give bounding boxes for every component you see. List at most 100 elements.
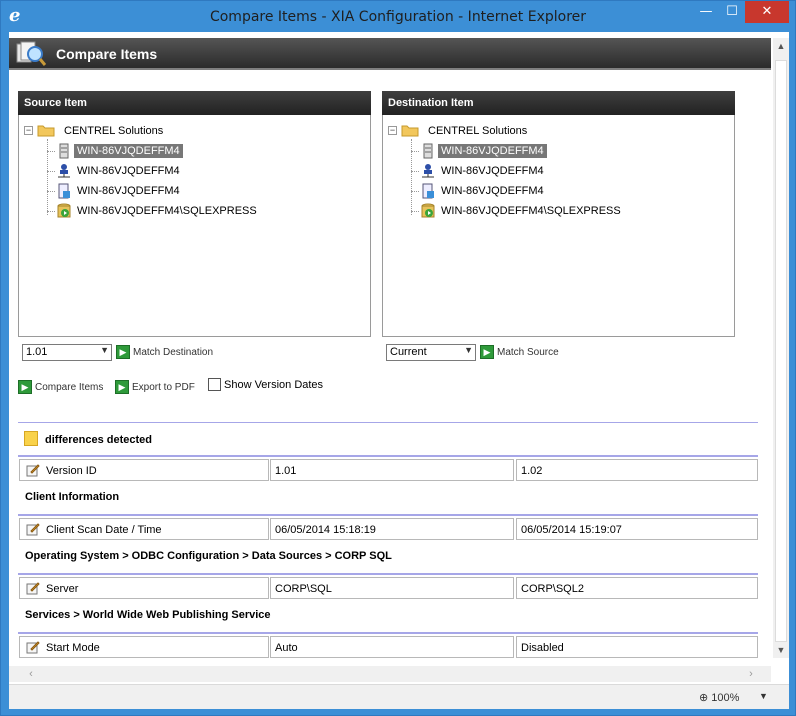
source-value-cell: Auto [270,636,514,658]
property-cell: Start Mode [19,636,269,658]
property-cell: Version ID [19,459,269,481]
scroll-thumb[interactable] [775,60,787,642]
property-edit-icon [26,464,40,477]
export-pdf-label: Export to PDF [132,381,195,393]
zoom-magnifier-icon: ⊕ [699,692,709,704]
source-version-value: 1.01 [26,346,48,358]
database-server-icon [59,143,69,159]
property-name: Server [46,583,79,595]
section-title: Client Information [25,491,120,503]
scroll-left-icon[interactable]: ‹ [23,666,39,682]
window-title: Compare Items - XIA Configuration - Inte… [209,9,587,25]
table-row: Version ID 1.01 1.02 [18,455,758,481]
tree-item-label: WIN-86VJQDEFFM4 [77,165,180,177]
destination-value-cell: 06/05/2014 15:19:07 [516,518,758,540]
section-heading: Client Information [18,481,758,512]
server-document-icon [58,183,70,199]
source-value-cell: CORP\SQL [270,577,514,599]
source-panel: Source Item − CENTREL Solutions WIN-86VJ… [18,91,371,337]
sql-instance-icon [421,203,435,218]
differences-heading: differences detected [18,423,758,453]
scroll-up-icon[interactable]: ▲ [773,38,789,54]
page-header: Compare Items [9,38,771,70]
property-name: Start Mode [46,642,100,654]
tree-item-label: WIN-86VJQDEFFM4 [77,185,180,197]
chevron-down-icon: ▼ [100,345,109,355]
collapse-icon[interactable]: − [24,126,33,135]
page-content: Compare Items ▲ ▼ Source Item − CENTREL … [9,32,789,709]
destination-panel-title: Destination Item [382,91,735,115]
match-destination-button[interactable]: ▶ Match Destination [116,345,213,359]
note-icon [24,431,38,446]
go-arrow-icon: ▶ [115,380,129,394]
destination-version-value: Current [390,346,427,358]
tree-item-label: WIN-86VJQDEFFM4 [438,144,547,158]
go-arrow-icon: ▶ [116,345,130,359]
tree-connector [411,151,419,152]
database-server-icon [423,143,433,159]
go-arrow-icon: ▶ [18,380,32,394]
tree-item-label: WIN-86VJQDEFFM4\SQLEXPRESS [441,205,621,217]
vertical-scrollbar[interactable]: ▲ ▼ [773,38,789,658]
section-title: Operating System > ODBC Configuration > … [25,550,392,562]
match-destination-label: Match Destination [133,346,214,358]
property-name: Client Scan Date / Time [46,524,162,536]
destination-tools: Current ▼ ▶ Match Source [386,344,739,362]
source-tools: 1.01 ▼ ▶ Match Destination [22,344,375,362]
destination-value-cell: Disabled [516,636,758,658]
destination-tree: − CENTREL Solutions WIN-86VJQDEFFM4 WIN-… [382,115,735,337]
maximize-button[interactable]: ☐ [719,1,745,23]
tree-root-label: CENTREL Solutions [64,125,164,137]
show-version-dates-checkbox[interactable] [208,378,221,391]
chevron-down-icon[interactable]: ▼ [759,691,768,701]
page-title: Compare Items [56,46,158,62]
property-cell: Server [19,577,269,599]
export-pdf-button[interactable]: ▶ Export to PDF [115,380,195,394]
table-row: Start Mode Auto Disabled [18,632,758,658]
match-source-label: Match Source [497,346,559,358]
show-version-dates-label: Show Version Dates [224,378,324,391]
zoom-control[interactable]: ⊕ 100% [699,691,739,704]
tree-connector [411,211,419,212]
tree-connector [47,191,55,192]
network-user-icon [422,164,434,178]
section-title: Services > World Wide Web Publishing Ser… [25,609,271,621]
network-user-icon [58,164,70,178]
title-bar: e Compare Items - XIA Configuration - In… [1,1,795,32]
collapse-icon[interactable]: − [388,126,397,135]
sql-instance-icon [57,203,71,218]
show-version-dates-toggle[interactable]: Show Version Dates [208,378,323,391]
scroll-right-icon[interactable]: › [743,666,759,682]
property-cell: Client Scan Date / Time [19,518,269,540]
folder-open-icon [37,125,55,137]
tree-item-label: WIN-86VJQDEFFM4 [74,144,183,158]
status-bar: ⊕ 100% ▼ [9,684,789,709]
differences-panel: differences detected Version ID 1.01 1.0… [18,422,758,658]
section-heading: Operating System > ODBC Configuration > … [18,540,758,571]
compare-items-button[interactable]: ▶ Compare Items [18,380,103,394]
source-panel-title: Source Item [18,91,371,115]
property-edit-icon [26,523,40,536]
destination-version-select[interactable]: Current ▼ [386,344,476,361]
property-edit-icon [26,641,40,654]
tree-connector [411,191,419,192]
table-row: Client Scan Date / Time 06/05/2014 15:18… [18,514,758,540]
minimize-button[interactable]: — [693,1,719,23]
tree-connector [47,211,55,212]
table-row: Server CORP\SQL CORP\SQL2 [18,573,758,599]
server-document-icon [422,183,434,199]
tree-item-label: WIN-86VJQDEFFM4\SQLEXPRESS [77,205,257,217]
source-version-select[interactable]: 1.01 ▼ [22,344,112,361]
match-source-button[interactable]: ▶ Match Source [480,345,559,359]
chevron-down-icon: ▼ [464,345,473,355]
destination-value-cell: 1.02 [516,459,758,481]
source-value-cell: 1.01 [270,459,514,481]
tree-connector [47,171,55,172]
close-button[interactable]: ✕ [745,1,789,23]
scroll-down-icon[interactable]: ▼ [773,642,789,658]
tree-item-label: WIN-86VJQDEFFM4 [441,185,544,197]
horizontal-scrollbar[interactable]: ‹ › [9,666,771,682]
zoom-level: 100% [711,692,740,704]
section-heading: Services > World Wide Web Publishing Ser… [18,599,758,630]
property-edit-icon [26,582,40,595]
